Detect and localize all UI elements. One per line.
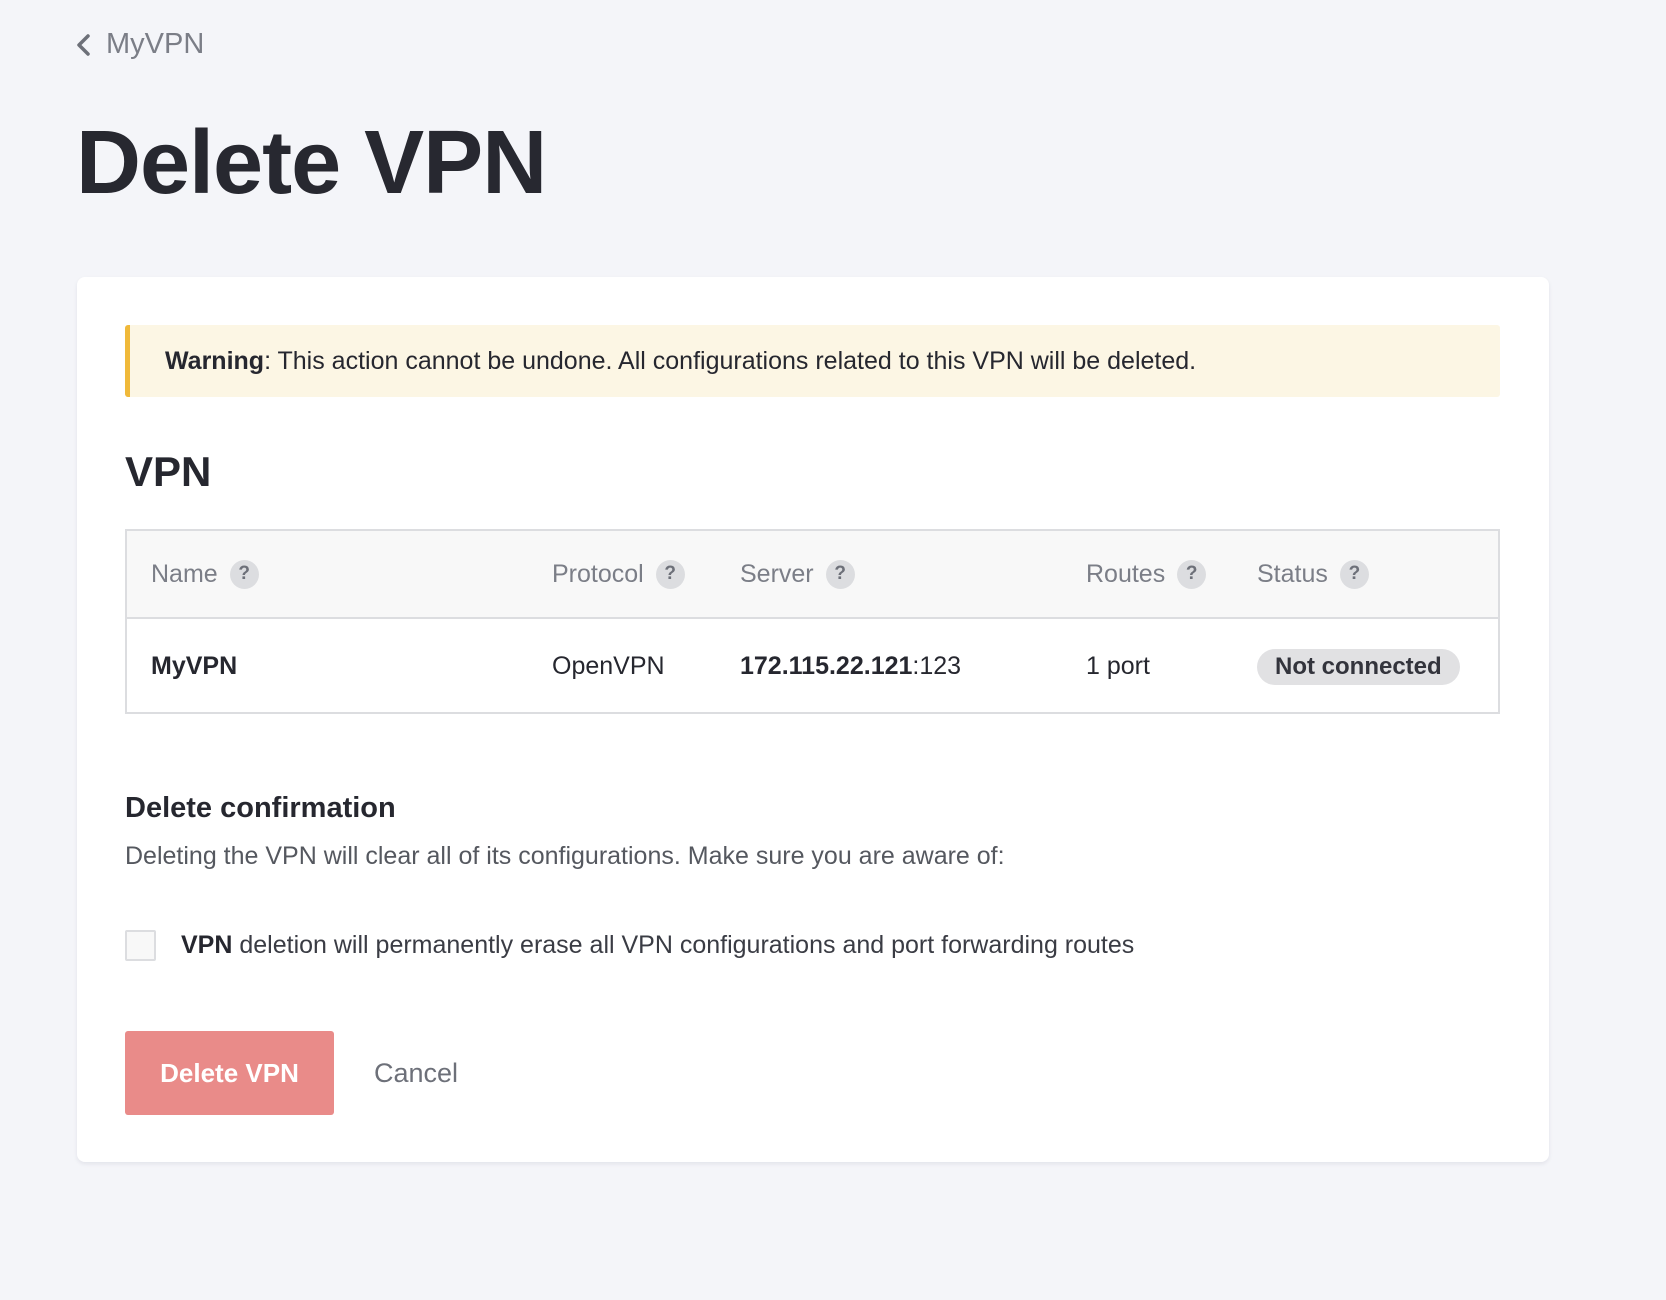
delete-vpn-button[interactable]: Delete VPN bbox=[125, 1031, 334, 1115]
column-label: Status bbox=[1257, 559, 1328, 588]
table-header: Name ? Protocol ? Server ? Routes ? Stat… bbox=[127, 531, 1498, 619]
breadcrumb-label: MyVPN bbox=[106, 28, 205, 60]
column-header-routes: Routes ? bbox=[1086, 531, 1207, 617]
warning-message: : This action cannot be undone. All conf… bbox=[264, 346, 1197, 375]
warning-label: Warning bbox=[165, 346, 265, 375]
breadcrumb-back-link[interactable]: MyVPN bbox=[74, 28, 204, 61]
column-header-protocol: Protocol ? bbox=[552, 531, 685, 617]
column-header-status: Status ? bbox=[1257, 531, 1369, 617]
acknowledge-label-text: deletion will permanently erase all VPN … bbox=[232, 931, 1135, 959]
help-icon[interactable]: ? bbox=[825, 559, 855, 589]
help-icon[interactable]: ? bbox=[229, 559, 259, 589]
acknowledge-checkbox[interactable] bbox=[125, 930, 156, 961]
delete-vpn-card: Warning: This action cannot be undone. A… bbox=[77, 277, 1549, 1162]
delete-confirmation-description: Deleting the VPN will clear all of its c… bbox=[125, 842, 1005, 870]
warning-text: Warning: This action cannot be undone. A… bbox=[165, 347, 1196, 376]
column-label: Name bbox=[151, 559, 218, 588]
acknowledge-label-bold: VPN bbox=[181, 931, 233, 959]
table-row: MyVPN OpenVPN 172.115.22.121:123 1 port … bbox=[127, 619, 1498, 714]
help-icon[interactable]: ? bbox=[655, 559, 685, 589]
delete-confirmation-title: Delete confirmation bbox=[125, 792, 396, 824]
column-label: Server bbox=[740, 559, 814, 588]
chevron-left-icon bbox=[77, 33, 90, 56]
page-title: Delete VPN bbox=[76, 113, 547, 213]
cancel-button[interactable]: Cancel bbox=[368, 1031, 464, 1115]
server-ip: 172.115.22.121 bbox=[740, 652, 913, 680]
server-port: :123 bbox=[912, 652, 962, 680]
vpn-server: 172.115.22.121:123 bbox=[740, 619, 961, 714]
vpn-name: MyVPN bbox=[151, 652, 238, 680]
vpn-routes: 1 port bbox=[1086, 652, 1150, 680]
acknowledge-checkbox-row[interactable]: VPN deletion will permanently erase all … bbox=[125, 930, 1134, 961]
column-label: Routes bbox=[1086, 559, 1166, 588]
warning-banner: Warning: This action cannot be undone. A… bbox=[125, 325, 1500, 397]
vpn-status: Not connected bbox=[1257, 619, 1460, 714]
column-header-server: Server ? bbox=[740, 531, 855, 617]
column-header-name: Name ? bbox=[151, 531, 259, 617]
help-icon[interactable]: ? bbox=[1177, 559, 1207, 589]
vpn-table: Name ? Protocol ? Server ? Routes ? Stat… bbox=[125, 529, 1500, 714]
column-label: Protocol bbox=[552, 559, 644, 588]
status-badge: Not connected bbox=[1257, 648, 1460, 685]
vpn-section-title: VPN bbox=[125, 448, 212, 495]
vpn-protocol: OpenVPN bbox=[552, 652, 665, 680]
acknowledge-label: VPN deletion will permanently erase all … bbox=[181, 931, 1134, 960]
help-icon[interactable]: ? bbox=[1339, 559, 1369, 589]
